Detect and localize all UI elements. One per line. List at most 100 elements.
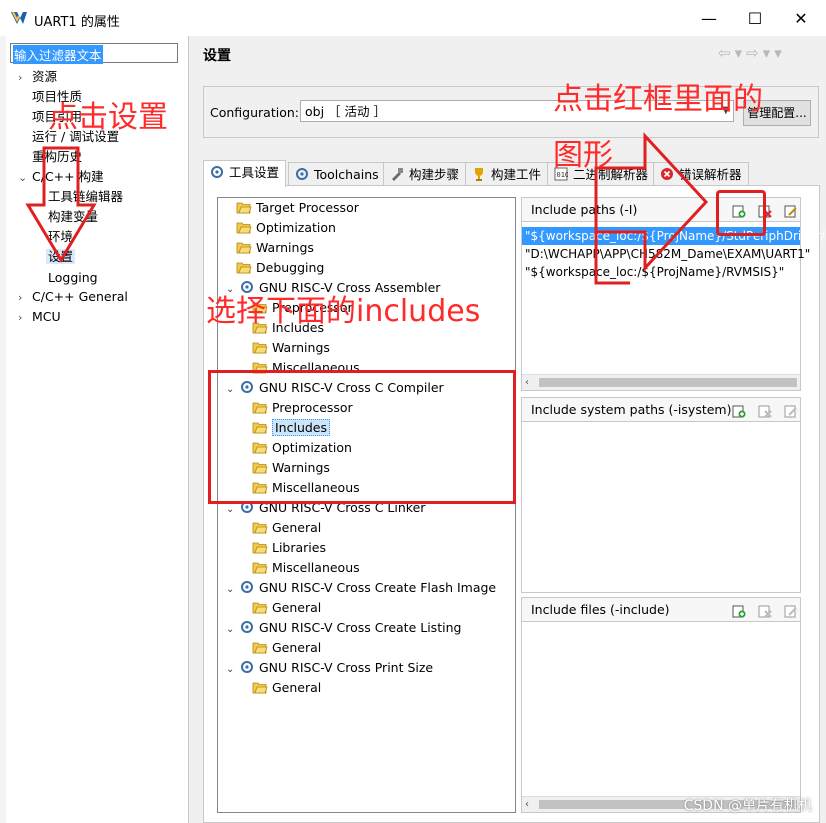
- nav-item-build-variables[interactable]: 构建变量: [48, 207, 98, 227]
- edit-path-icon[interactable]: [784, 204, 798, 218]
- nav-label: MCU: [32, 309, 61, 324]
- list-toolbar: [724, 402, 798, 426]
- include-system-paths-panel: Include system paths (-isystem): [521, 397, 801, 593]
- tab-error-parsers[interactable]: 错误解析器: [653, 162, 749, 187]
- add-file-icon[interactable]: [732, 604, 746, 618]
- options-folder-icon: [252, 642, 268, 654]
- chevron-down-icon[interactable]: ⌄: [226, 580, 240, 600]
- nav-label: 工具链编辑器: [48, 189, 124, 204]
- chevron-down-icon[interactable]: ⌄: [226, 620, 240, 640]
- tree-item-label: General: [272, 520, 322, 535]
- scroll-left-icon[interactable]: ‹: [525, 797, 529, 812]
- nav-item-environment[interactable]: 环境: [48, 227, 73, 247]
- tree-item[interactable]: Warnings: [222, 338, 512, 358]
- tab-label: 构建步骤: [409, 167, 460, 182]
- minimize-button[interactable]: —: [686, 6, 732, 32]
- close-button[interactable]: ✕: [778, 6, 824, 32]
- tab-toolchains[interactable]: Toolchains: [288, 162, 386, 187]
- tool-gear-icon: [241, 661, 253, 673]
- edit-file-icon[interactable]: [784, 604, 798, 618]
- scrollbar-thumb[interactable]: [539, 378, 797, 387]
- horizontal-scrollbar[interactable]: ‹: [522, 374, 800, 390]
- panel-title: Include paths (-I): [531, 202, 638, 217]
- nav-item-logging[interactable]: Logging: [48, 268, 98, 288]
- nav-label: 重构历史: [32, 149, 83, 164]
- tool-settings-icon: [211, 166, 223, 178]
- tab-build-steps[interactable]: 构建步骤: [383, 162, 467, 187]
- include-system-header: Include system paths (-isystem): [522, 398, 800, 422]
- tree-item[interactable]: Debugging: [222, 258, 512, 278]
- configuration-label: Configuration:: [210, 105, 299, 120]
- tree-item[interactable]: ⌄ GNU RISC-V Cross Print Size: [222, 658, 512, 678]
- tree-item[interactable]: General: [222, 518, 512, 538]
- filter-input[interactable]: 输入过滤器文本: [10, 43, 178, 64]
- include-files-header: Include files (-include): [522, 598, 800, 622]
- include-files-panel: Include files (-include) ‹: [521, 597, 801, 813]
- tree-item[interactable]: Target Processor: [222, 198, 512, 218]
- includes-highlight-box: [208, 370, 516, 504]
- options-folder-icon: [236, 242, 252, 254]
- options-folder-icon: [252, 542, 268, 554]
- list-item[interactable]: "D:\WCHAPP\APP\CH582M_Dame\EXAM\UART1": [522, 245, 810, 263]
- tree-item[interactable]: Warnings: [222, 238, 512, 258]
- options-folder-icon: [252, 522, 268, 534]
- nav-label: 环境: [48, 229, 74, 244]
- chevron-right-icon[interactable]: ›: [18, 308, 32, 328]
- delete-path-icon[interactable]: [758, 404, 772, 418]
- tab-build-artifacts[interactable]: 构建工件: [465, 162, 549, 187]
- tab-tool-settings[interactable]: 工具设置: [203, 160, 287, 187]
- tree-item-label: GNU RISC-V Cross Create Flash Image: [259, 580, 497, 595]
- chevron-down-icon[interactable]: ⌄: [226, 660, 240, 680]
- list-item[interactable]: "${workspace_loc:/${ProjName}/RVMSIS}": [522, 263, 800, 281]
- tree-item[interactable]: ⌄ GNU RISC-V Cross Create Flash Image: [222, 578, 512, 598]
- tree-item-label: GNU RISC-V Cross Print Size: [259, 660, 434, 675]
- nav-item-refactor-history[interactable]: 重构历史: [18, 147, 82, 167]
- nav-item-cpp-general[interactable]: › C/C++ General: [18, 287, 128, 307]
- nav-item-mcu[interactable]: › MCU: [18, 307, 61, 327]
- nav-item-settings[interactable]: 设置: [46, 247, 76, 267]
- trophy-icon: [475, 168, 483, 181]
- tool-gear-icon: [241, 581, 253, 593]
- maximize-button[interactable]: ☐: [732, 6, 778, 32]
- nav-item-resources[interactable]: › 资源: [18, 67, 57, 87]
- delete-file-icon[interactable]: [758, 604, 772, 618]
- options-folder-icon: [236, 222, 252, 234]
- build-steps-icon: [392, 168, 403, 181]
- annotation-select-includes: 选择下面的includes: [206, 294, 481, 329]
- tree-item-label: Miscellaneous: [272, 560, 360, 575]
- tree-item[interactable]: ⌄ GNU RISC-V Cross Create Listing: [222, 618, 512, 638]
- tree-item-label: General: [272, 600, 322, 615]
- list-toolbar: [724, 602, 798, 626]
- options-folder-icon: [236, 202, 252, 214]
- add-path-icon[interactable]: [732, 404, 746, 418]
- nav-label: C/C++ 构建: [32, 169, 104, 184]
- panel-title: Include files (-include): [531, 602, 670, 617]
- options-folder-icon: [252, 342, 268, 354]
- tree-item[interactable]: Miscellaneous: [222, 558, 512, 578]
- filter-text[interactable]: 输入过滤器文本: [13, 45, 103, 64]
- tool-gear-icon: [241, 621, 253, 633]
- scroll-left-icon[interactable]: ‹: [525, 375, 529, 390]
- nav-item-cpp-build[interactable]: ⌄ C/C++ 构建: [18, 167, 104, 187]
- tree-item[interactable]: General: [222, 598, 512, 618]
- tab-label: 错误解析器: [679, 167, 742, 182]
- tree-item[interactable]: General: [222, 678, 512, 698]
- tree-item-label: GNU RISC-V Cross Create Listing: [259, 620, 462, 635]
- tree-item[interactable]: Libraries: [222, 538, 512, 558]
- tree-item-label: General: [272, 640, 322, 655]
- tree-item[interactable]: General: [222, 638, 512, 658]
- annotation-click-red-box: 点击红框里面的: [553, 82, 763, 117]
- nav-label: Logging: [48, 270, 98, 285]
- chevron-down-icon[interactable]: ⌄: [18, 168, 32, 188]
- chevron-right-icon[interactable]: ›: [18, 288, 32, 308]
- window-title: UART1 的属性: [34, 15, 120, 30]
- nav-item-toolchain-editor[interactable]: 工具链编辑器: [48, 187, 123, 207]
- toolchains-icon: [296, 168, 308, 180]
- tree-item[interactable]: Optimization: [222, 218, 512, 238]
- edit-path-icon[interactable]: [784, 404, 798, 418]
- history-nav-arrows[interactable]: ⇦▾⇨▾▾: [718, 44, 786, 62]
- error-icon: [661, 168, 673, 180]
- tree-item-label: Warnings: [256, 240, 314, 255]
- chevron-right-icon[interactable]: ›: [18, 68, 32, 88]
- tree-item-label: Warnings: [272, 340, 330, 355]
